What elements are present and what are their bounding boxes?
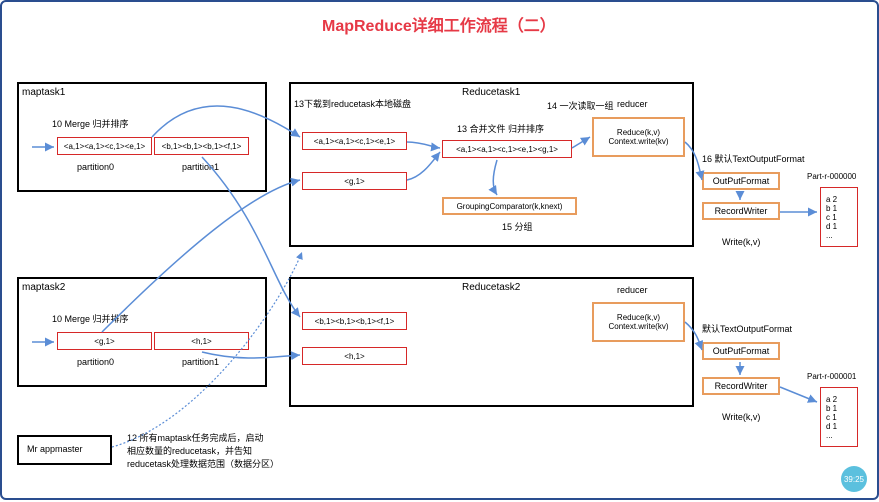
maptask2-p1-label: partition1 xyxy=(182,357,219,367)
reducetask1-label: Reducetask1 xyxy=(462,87,520,98)
rt2-box1: <b,1><b,1><b,1><f,1> xyxy=(302,312,407,330)
rt1-grouping: GroupingComparator(k,knext) xyxy=(442,197,577,215)
rt2-reducer-label: reducer xyxy=(617,285,648,295)
rt1-recordwriter: RecordWriter xyxy=(702,202,780,220)
rt1-box1: <a,1><a,1><c,1><e,1> xyxy=(302,132,407,150)
connector-arrows xyxy=(2,2,879,502)
rt1-reduce-fn: Reduce(k,v) Context.write(kv) xyxy=(592,117,685,157)
rt2-partfile: Part-r-000001 xyxy=(807,372,856,381)
rt1-box2: <g,1> xyxy=(302,172,407,190)
appmaster-note: 12 所有maptask任务完成后，启动 相应数量的reducetask，并告知… xyxy=(127,432,279,471)
rt2-output: a 2 b 1 c 1 d 1 ... xyxy=(820,387,858,447)
maptask1-merge-label: 10 Merge 归并排序 xyxy=(52,117,129,130)
rt2-outputformat: OutPutFormat xyxy=(702,342,780,360)
reducetask2-label: Reducetask2 xyxy=(462,282,520,293)
timestamp-badge: 39:25 xyxy=(841,466,867,492)
rt1-step16: 16 默认TextOutputFormat xyxy=(702,152,805,165)
rt1-output: a 2 b 1 c 1 d 1 ... xyxy=(820,187,858,247)
maptask2-merge-label: 10 Merge 归并排序 xyxy=(52,312,129,325)
maptask2-part1-data: <h,1> xyxy=(154,332,249,350)
maptask1-label: maptask1 xyxy=(22,87,65,98)
rt1-outputformat: OutPutFormat xyxy=(702,172,780,190)
rt2-reduce-fn: Reduce(k,v) Context.write(kv) xyxy=(592,302,685,342)
maptask2-label: maptask2 xyxy=(22,282,65,293)
maptask1-p1-label: partition1 xyxy=(182,162,219,172)
rt1-merged: <a,1><a,1><c,1><e,1><g,1> xyxy=(442,140,572,158)
maptask1-part1-data: <b,1><b,1><b,1><f,1> xyxy=(154,137,249,155)
reducetask2-container xyxy=(289,277,694,407)
rt1-reducer-label: reducer xyxy=(617,99,648,109)
rt2-write: Write(k,v) xyxy=(722,412,760,422)
rt1-step13a: 13下载到reducetask本地磁盘 xyxy=(294,97,411,110)
rt1-write: Write(k,v) xyxy=(722,237,760,247)
rt1-step15: 15 分组 xyxy=(502,220,533,233)
maptask2-p0-label: partition0 xyxy=(77,357,114,367)
appmaster-label: Mr appmaster xyxy=(27,444,83,454)
maptask1-part0-data: <a,1><a,1><c,1><e,1> xyxy=(57,137,152,155)
rt1-partfile: Part-r-000000 xyxy=(807,172,856,181)
maptask2-part0-data: <g,1> xyxy=(57,332,152,350)
maptask1-p0-label: partition0 xyxy=(77,162,114,172)
rt2-box2: <h,1> xyxy=(302,347,407,365)
rt2-recordwriter: RecordWriter xyxy=(702,377,780,395)
diagram-title: MapReduce详细工作流程（二） xyxy=(322,12,556,36)
rt2-outfmt-label: 默认TextOutputFormat xyxy=(702,322,792,335)
rt1-step14: 14 一次读取一组 xyxy=(547,99,614,112)
rt1-step13b: 13 合并文件 归并排序 xyxy=(457,122,544,135)
